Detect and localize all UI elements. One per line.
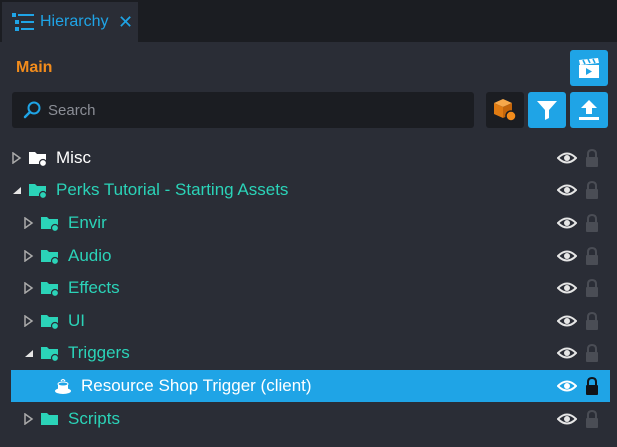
tab-bar: Hierarchy ✕ [0, 0, 617, 42]
clapperboard-icon [579, 58, 599, 78]
expand-arrow-icon[interactable] [24, 413, 34, 425]
tree-item-misc[interactable]: Misc [0, 142, 617, 174]
hierarchy-list-icon [12, 13, 34, 31]
tree-item-label: Misc [56, 148, 91, 167]
expand-arrow-icon[interactable] [24, 250, 34, 262]
eye-icon[interactable] [557, 215, 577, 231]
filter-button[interactable] [528, 92, 566, 128]
lock-icon[interactable] [585, 409, 599, 429]
folder-icon [41, 315, 60, 331]
lock-icon[interactable] [585, 376, 599, 396]
tree-item-label: Resource Shop Trigger (client) [81, 376, 312, 395]
lock-icon[interactable] [585, 180, 599, 200]
filter-icon [537, 101, 557, 120]
search-input[interactable] [48, 92, 468, 128]
cube-icon [494, 99, 517, 122]
expand-arrow-icon[interactable] [24, 217, 34, 229]
tree-item-label: Envir [68, 213, 107, 232]
close-icon[interactable]: ✕ [118, 12, 133, 32]
lock-icon[interactable] [585, 311, 599, 331]
folder-icon [29, 184, 48, 200]
expand-arrow-icon[interactable] [24, 282, 34, 294]
upload-icon [579, 100, 599, 120]
expand-arrow-icon[interactable] [12, 152, 22, 164]
search-icon [23, 101, 41, 119]
folder-icon [41, 282, 60, 298]
tree-item-audio[interactable]: Audio [0, 240, 617, 272]
tree-item-effects[interactable]: Effects [0, 272, 617, 304]
eye-icon[interactable] [557, 280, 577, 296]
folder-icon [41, 413, 58, 425]
tree-item-label: Triggers [68, 343, 130, 362]
folder-icon [41, 250, 60, 266]
tree-item-scripts[interactable]: Scripts [0, 403, 617, 435]
upload-button[interactable] [570, 92, 608, 128]
eye-icon[interactable] [557, 313, 577, 329]
folder-icon [29, 152, 48, 168]
eye-icon[interactable] [557, 248, 577, 264]
expand-arrow-icon[interactable] [24, 315, 34, 327]
folder-icon [41, 347, 60, 363]
tree-item-label: Perks Tutorial - Starting Assets [56, 180, 289, 199]
section-title: Main [16, 59, 53, 76]
tree-item-perks-tutorial[interactable]: Perks Tutorial - Starting Assets [0, 174, 617, 206]
tree-item-label: Audio [68, 246, 112, 265]
tab-hierarchy[interactable]: Hierarchy ✕ [2, 2, 138, 42]
tree-item-label: Scripts [68, 409, 120, 428]
eye-icon[interactable] [557, 182, 577, 198]
eye-icon[interactable] [557, 345, 577, 361]
lock-icon[interactable] [585, 246, 599, 266]
clapperboard-button[interactable] [570, 50, 608, 86]
eye-icon[interactable] [557, 411, 577, 427]
tree-item-label: Effects [68, 278, 120, 297]
tab-label: Hierarchy [40, 13, 109, 30]
lock-icon[interactable] [585, 213, 599, 233]
tree-item-resource-shop-trigger[interactable]: Resource Shop Trigger (client) [11, 370, 610, 402]
tree-item-triggers[interactable]: Triggers [0, 337, 617, 369]
folder-icon [41, 217, 60, 233]
trigger-icon [55, 378, 71, 394]
eye-icon[interactable] [557, 150, 577, 166]
tree-item-label: UI [68, 311, 85, 330]
lock-icon[interactable] [585, 148, 599, 168]
collapse-arrow-icon[interactable] [24, 347, 34, 359]
collapse-arrow-icon[interactable] [12, 184, 22, 196]
lock-icon[interactable] [585, 278, 599, 298]
tree-item-ui[interactable]: UI [0, 305, 617, 337]
object-filter-button[interactable] [486, 92, 524, 128]
tree-item-envir[interactable]: Envir [0, 207, 617, 239]
search-bar [12, 92, 474, 128]
eye-icon[interactable] [557, 378, 577, 394]
lock-icon[interactable] [585, 343, 599, 363]
